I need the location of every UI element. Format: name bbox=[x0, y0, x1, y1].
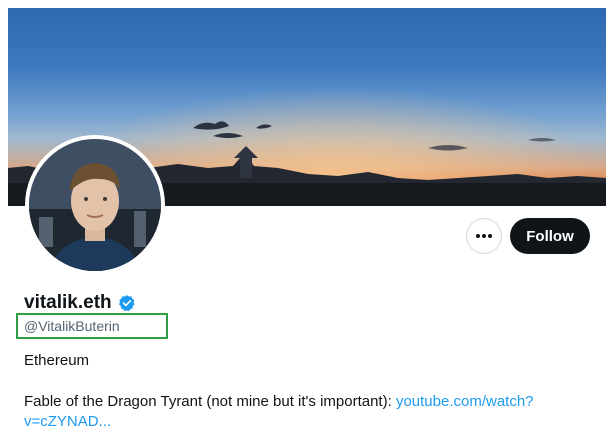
user-handle: @VitalikButerin bbox=[24, 318, 120, 334]
follow-button[interactable]: Follow bbox=[510, 218, 590, 254]
display-name: vitalik.eth bbox=[24, 292, 136, 314]
bio-line-ethereum: Ethereum bbox=[24, 352, 90, 369]
profile-avatar[interactable] bbox=[29, 139, 161, 271]
more-options-button[interactable] bbox=[466, 218, 502, 254]
verified-badge-icon[interactable] bbox=[118, 294, 136, 312]
window-frame-top bbox=[0, 0, 612, 8]
bio-text: Fable of the Dragon Tyrant (not mine but… bbox=[24, 393, 396, 410]
bio-line-fable: Fable of the Dragon Tyrant (not mine but… bbox=[24, 392, 584, 432]
display-name-text: vitalik.eth bbox=[24, 292, 112, 313]
more-horizontal-icon bbox=[476, 234, 492, 238]
